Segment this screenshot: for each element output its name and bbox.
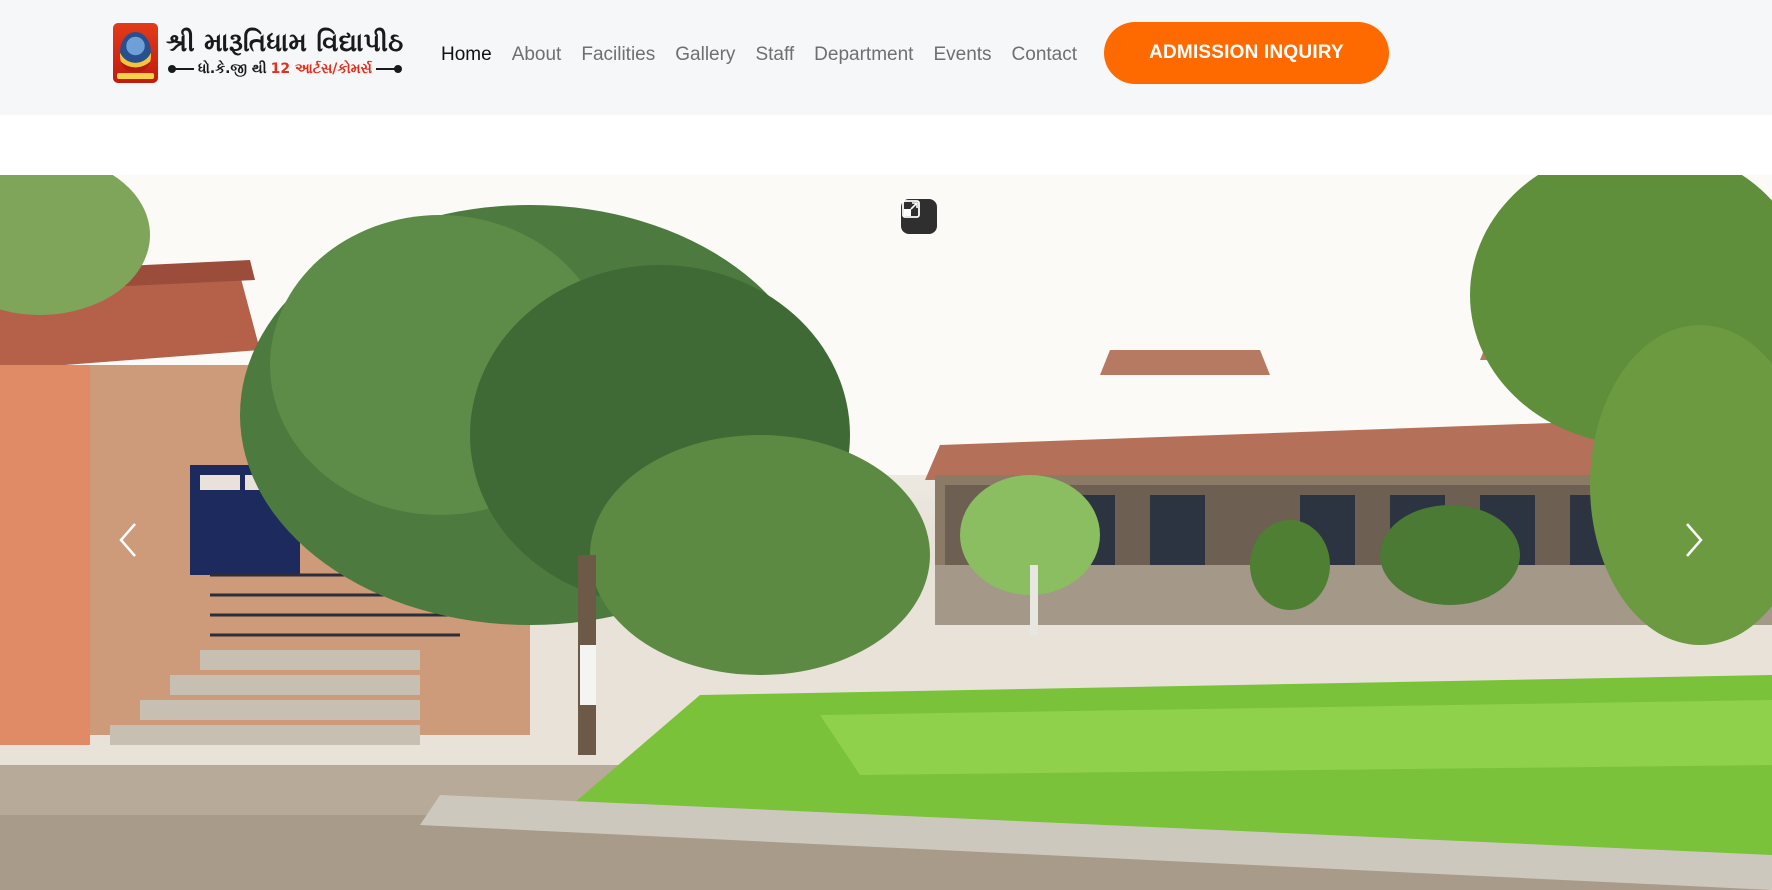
chevron-left-icon — [119, 523, 136, 557]
fullscreen-exit-icon — [902, 200, 920, 218]
nav-item-staff[interactable]: Staff — [755, 44, 794, 66]
nav-item-events[interactable]: Events — [933, 44, 991, 66]
logo-title: શ્રી મારૂતિધામ વિદ્યાપીઠ — [166, 28, 404, 58]
nav-item-department[interactable]: Department — [814, 44, 913, 66]
logo-subtitle-black: ધો.કે.જી થી — [198, 61, 267, 77]
carousel-next-button[interactable] — [1681, 520, 1721, 580]
site-header: શ્રી મારૂતિધામ વિદ્યાપીઠ ધો.કે.જી થી 12 … — [0, 0, 1772, 115]
nav-item-gallery[interactable]: Gallery — [675, 44, 735, 66]
admission-inquiry-button[interactable]: ADMISSION INQUIRY — [1104, 22, 1389, 84]
main-nav: Home About Facilities Gallery Staff Depa… — [441, 42, 1077, 68]
nav-item-about[interactable]: About — [512, 44, 562, 66]
fullscreen-toggle-button[interactable] — [901, 199, 937, 234]
nav-item-home[interactable]: Home — [441, 44, 492, 66]
decorative-line-left — [168, 65, 194, 73]
decorative-line-right — [376, 65, 403, 73]
hero-carousel — [0, 175, 1772, 890]
chevron-right-icon — [1686, 523, 1703, 557]
campus-photo — [0, 175, 1772, 890]
logo-emblem — [113, 23, 158, 83]
logo-text: શ્રી મારૂતિધામ વિદ્યાપીઠ ધો.કે.જી થી 12 … — [166, 28, 404, 78]
carousel-prev-button[interactable] — [117, 520, 157, 580]
logo-subtitle-red: 12 આર્ટસ/કોમર્સ — [270, 61, 373, 77]
nav-item-contact[interactable]: Contact — [1012, 44, 1077, 66]
site-logo[interactable]: શ્રી મારૂતિધામ વિદ્યાપીઠ ધો.કે.જી થી 12 … — [113, 22, 403, 84]
logo-subtitle: ધો.કે.જી થી 12 આર્ટસ/કોમર્સ — [166, 60, 404, 78]
nav-item-facilities[interactable]: Facilities — [581, 44, 655, 66]
